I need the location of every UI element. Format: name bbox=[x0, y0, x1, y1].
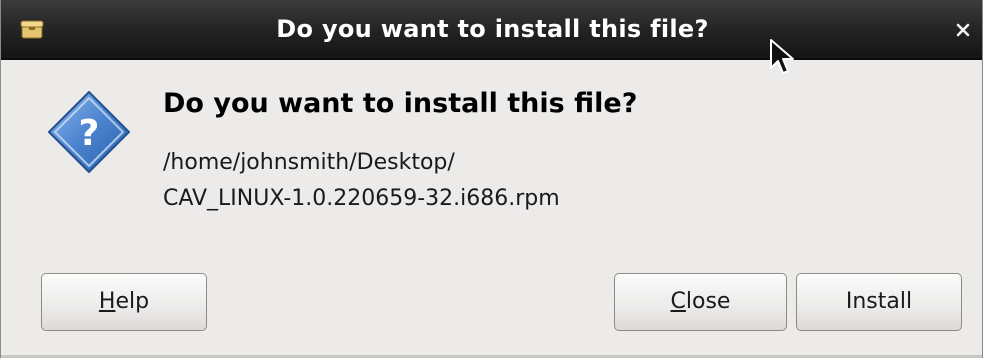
dialog-heading: Do you want to install this file? bbox=[163, 88, 638, 119]
help-mnemonic: H bbox=[98, 289, 116, 314]
help-button[interactable]: Help bbox=[41, 273, 207, 331]
question-icon: ? bbox=[48, 91, 130, 173]
install-dialog-window: Do you want to install this file? ? Do y… bbox=[0, 0, 983, 358]
help-button-label: elp bbox=[115, 289, 150, 314]
install-button-label: Install bbox=[845, 289, 913, 314]
close-button[interactable]: Close bbox=[614, 273, 787, 331]
file-path-filename: CAV_LINUX-1.0.220659-32.i686.rpm bbox=[163, 186, 560, 211]
title-bar[interactable]: Do you want to install this file? bbox=[1, 0, 982, 60]
dialog-content: ? Do you want to install this file? /hom… bbox=[1, 60, 982, 358]
close-button-label: lose bbox=[685, 289, 731, 314]
file-path-directory: /home/johnsmith/Desktop/ bbox=[163, 150, 455, 175]
close-icon[interactable] bbox=[953, 20, 973, 40]
install-button[interactable]: Install bbox=[796, 273, 962, 331]
close-mnemonic: C bbox=[670, 289, 686, 314]
window-title: Do you want to install this file? bbox=[276, 15, 709, 43]
svg-text:?: ? bbox=[79, 113, 100, 154]
